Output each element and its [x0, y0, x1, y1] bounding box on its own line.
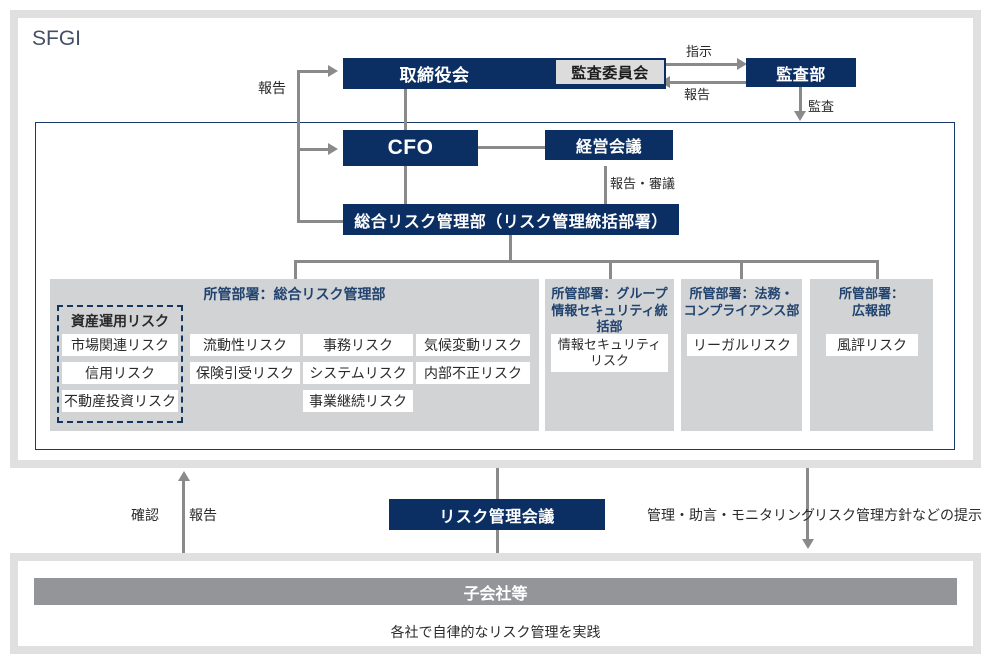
node-audit-department[interactable]: 監査部: [746, 58, 856, 87]
arrowhead-policy-down: [802, 539, 814, 549]
dashed-group-asset-management-label: 資産運用リスク: [71, 313, 169, 329]
connector-audit-down: [799, 87, 802, 113]
risk-chip[interactable]: 流動性リスク: [190, 334, 300, 356]
risk-chip[interactable]: 事業継続リスク: [303, 390, 413, 412]
connector-management-to-cfo: [478, 146, 545, 149]
connector-rmm-down: [496, 530, 499, 553]
connector-report-cfo-arm: [297, 148, 329, 151]
edge-label-audit: 監査: [808, 99, 835, 114]
node-risk-management-meeting-label: リスク管理会議: [439, 508, 555, 526]
connector-rmm-up: [496, 468, 499, 499]
edge-label-report-deliberation: 報告・審議: [610, 176, 676, 191]
arrowhead-report-board: [328, 65, 338, 77]
risk-chip[interactable]: 信用リスク: [62, 362, 178, 384]
connector-report-deliberation: [604, 166, 607, 204]
risk-chip[interactable]: 市場関連リスク: [62, 334, 178, 356]
node-subsidiaries-label: 子会社等: [463, 585, 528, 603]
dept-title-group-infosec: 所管部署：グループ 情報セキュリティ統括部: [551, 286, 668, 335]
node-integrated-risk-dept[interactable]: 総合リスク管理部（リスク管理統括部署）: [343, 204, 679, 235]
node-integrated-risk-dept-label: 総合リスク管理部（リスク管理統括部署）: [354, 213, 668, 231]
node-management-meeting[interactable]: 経営会議: [545, 130, 673, 160]
node-subsidiaries[interactable]: 子会社等: [34, 578, 957, 605]
connector-report-board-arm: [297, 70, 329, 73]
subsidiaries-note: 各社で自律的なリスク管理を実践: [390, 624, 601, 640]
node-board-label: 取締役会: [399, 66, 470, 85]
node-audit-department-label: 監査部: [776, 66, 826, 84]
connector-tree-branch-4: [876, 260, 879, 279]
edge-label-confirm: 確認: [131, 507, 159, 523]
connector-instruction: [660, 63, 738, 66]
arrowhead-report-cfo: [328, 143, 338, 155]
connector-policy-down: [806, 468, 809, 540]
connector-report-spine: [297, 70, 300, 223]
diagram-canvas: SFGI 報告 指示 報告 監査 報告・審議 取締役会 監査委員会 監査部 CF…: [0, 0, 991, 664]
connector-cfo-to-integrated: [404, 166, 407, 204]
connector-tree-bus: [294, 260, 879, 263]
connector-report-up: [182, 481, 185, 553]
risk-chip[interactable]: 気候変動リスク: [416, 334, 530, 356]
dept-title-public-relations: 所管部署： 広報部: [838, 286, 904, 318]
edge-label-manage-advise-monitor: 管理・助言・モニタリング: [647, 507, 815, 523]
edge-label-report-up: 報告: [189, 507, 217, 523]
arrowhead-report-up: [178, 471, 190, 481]
connector-board-to-integrated: [404, 89, 407, 130]
connector-tree-branch-1: [294, 260, 297, 279]
arrowhead-audit: [794, 111, 806, 121]
risk-chip[interactable]: リーガルリスク: [687, 334, 797, 356]
node-risk-management-meeting[interactable]: リスク管理会議: [389, 499, 605, 530]
connector-tree-stem: [509, 235, 512, 262]
risk-chip[interactable]: 不動産投資リスク: [62, 390, 178, 412]
risk-chip[interactable]: 内部不正リスク: [416, 362, 530, 384]
edge-label-report-to-committee: 報告: [684, 87, 711, 102]
connector-tree-branch-2: [609, 260, 612, 279]
edge-label-risk-policy-presentation: リスク管理方針などの提示: [814, 507, 982, 523]
edge-label-report-to-board: 報告: [258, 80, 286, 96]
connector-report-to-integrated: [297, 220, 343, 223]
node-management-meeting-label: 経営会議: [575, 139, 642, 156]
risk-chip[interactable]: システムリスク: [303, 362, 413, 384]
risk-chip[interactable]: 情報セキュリティ リスク: [551, 334, 668, 372]
dept-title-integrated-risk: 所管部署：総合リスク管理部: [203, 286, 386, 302]
node-audit-committee[interactable]: 監査委員会: [556, 60, 664, 84]
dept-title-legal-compliance: 所管部署：法務・ コンプライアンス部: [683, 286, 800, 318]
risk-chip[interactable]: 事務リスク: [303, 334, 413, 356]
node-cfo-label: CFO: [387, 136, 434, 159]
risk-chip[interactable]: 保険引受リスク: [190, 362, 300, 384]
risk-chip[interactable]: 風評リスク: [826, 334, 918, 356]
node-audit-committee-label: 監査委員会: [571, 64, 649, 82]
edge-label-instruction: 指示: [686, 44, 713, 59]
node-cfo[interactable]: CFO: [343, 130, 478, 166]
connector-tree-branch-3: [740, 260, 743, 279]
page-title: SFGI: [32, 27, 82, 50]
